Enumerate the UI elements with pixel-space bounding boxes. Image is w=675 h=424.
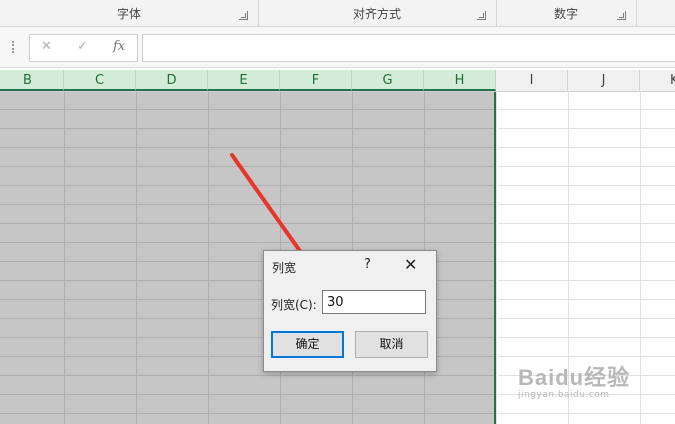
column-width-input[interactable] [322,290,426,314]
column-width-dialog: 列宽 ? ✕ 列宽(C): 确定 取消 [263,250,437,372]
dialog-title: 列宽 [272,261,297,275]
cancel-button[interactable]: 取消 [355,331,428,358]
baidu-watermark: Baidu经验 jingyan.baidu.com [512,352,672,402]
ok-button[interactable]: 确定 [271,331,344,358]
close-icon[interactable]: ✕ [404,255,417,274]
column-width-label: 列宽(C): [271,298,317,312]
watermark-brand: Baidu经验 [518,365,631,390]
watermark-url: jingyan.baidu.com [518,390,610,400]
help-icon[interactable]: ? [364,257,371,272]
